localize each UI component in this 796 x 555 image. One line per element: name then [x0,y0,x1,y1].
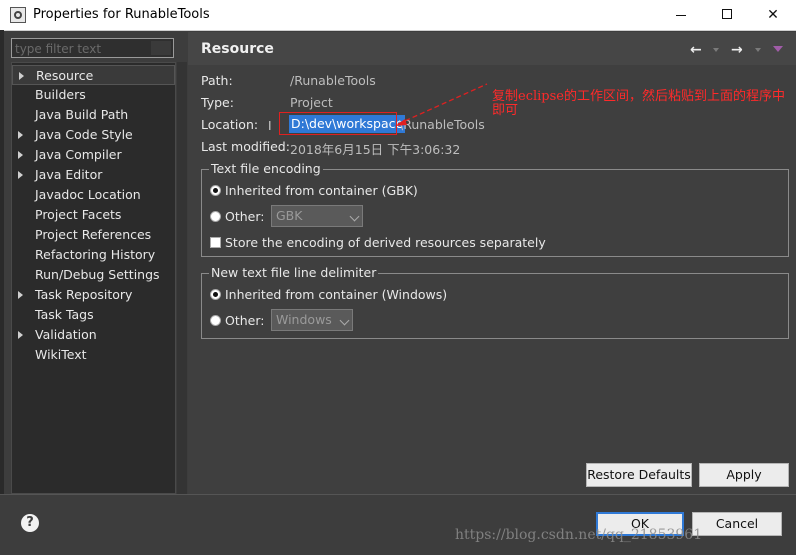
tree-item-validation[interactable]: Validation [12,325,175,345]
tree-item-java-build-path[interactable]: Java Build Path [12,105,175,125]
modified-value: 2018年6月15日 下午3:06:32 [290,142,461,157]
chevron-down-icon [339,315,350,326]
delimiter-select[interactable]: Windows [271,309,353,331]
tree-item-task-repository[interactable]: Task Repository [12,285,175,305]
tree-item-java-code-style[interactable]: Java Code Style [12,125,175,145]
expand-arrow-icon[interactable] [18,291,23,299]
highlight-box [279,112,397,135]
tree-item-builders[interactable]: Builders [12,85,175,105]
encoding-inherited-radio[interactable] [210,185,221,196]
watermark: https://blog.csdn.net/qq_21853961 [455,527,703,543]
preference-tree: Resource Builders Java Build Path Java C… [11,62,176,494]
delimiter-select-value: Windows [276,312,332,327]
tree-item-run-debug-settings[interactable]: Run/Debug Settings [12,265,175,285]
annotation-arrow [395,83,488,126]
title-bar: Properties for RunableTools ✕ [0,0,796,31]
encoding-other-label: Other: [225,209,265,224]
tree-item-task-tags[interactable]: Task Tags [12,305,175,325]
page-header [188,32,796,65]
tree-item-java-compiler[interactable]: Java Compiler [12,145,175,165]
tree-item-wikitext[interactable]: WikiText [12,345,175,365]
expand-arrow-icon[interactable] [18,151,23,159]
tree-item-javadoc-location[interactable]: Javadoc Location [12,185,175,205]
expand-arrow-icon[interactable] [18,331,23,339]
store-encoding-label: Store the encoding of derived resources … [225,235,546,250]
expand-arrow-icon[interactable] [18,131,23,139]
restore-defaults-button[interactable]: Restore Defaults [586,463,692,487]
delimiter-inherited-radio[interactable] [210,289,221,300]
app-icon [10,7,26,23]
delimiter-inherited-label: Inherited from container (Windows) [225,287,448,302]
encoding-select[interactable]: GBK [271,205,363,227]
close-button[interactable]: ✕ [750,0,796,30]
expand-arrow-icon[interactable] [19,72,24,80]
path-value: /RunableTools [290,73,376,88]
tree-item-refactoring-history[interactable]: Refactoring History [12,245,175,265]
tree-item-java-editor[interactable]: Java Editor [12,165,175,185]
cancel-button[interactable]: Cancel [692,512,782,536]
encoding-inherited-label: Inherited from container (GBK) [225,183,418,198]
page-title: Resource [201,41,274,57]
encoding-group-title: Text file encoding [209,161,323,176]
tree-item-resource[interactable]: Resource [12,65,175,85]
text-cursor-icon: I [268,119,272,133]
maximize-button[interactable] [704,0,750,30]
delimiter-other-radio[interactable] [210,315,221,326]
view-menu-icon[interactable] [773,46,783,52]
back-dropdown-icon[interactable] [713,48,719,52]
sash-divider[interactable] [177,62,187,494]
arrow-right-icon[interactable] [731,42,743,56]
expand-arrow-icon[interactable] [18,171,23,179]
location-label: Location: [201,117,259,132]
forward-dropdown-icon[interactable] [755,48,761,52]
modified-label: Last modified: [201,139,290,154]
minimize-button[interactable] [658,0,704,30]
help-icon[interactable]: ? [21,514,39,532]
encoding-other-radio[interactable] [210,211,221,222]
window-title: Properties for RunableTools [33,7,210,22]
encoding-select-value: GBK [276,208,303,223]
tree-item-project-references[interactable]: Project References [12,225,175,245]
delimiter-other-label: Other: [225,313,265,328]
tree-item-project-facets[interactable]: Project Facets [12,205,175,225]
filter-input[interactable]: type filter text [11,38,174,58]
annotation-note: 复制eclipse的工作区间，然后粘贴到上面的程序中即可 [492,89,785,118]
arrow-left-icon[interactable] [690,42,702,56]
chevron-down-icon [349,211,360,222]
type-label: Type: [201,95,234,110]
window-edge [0,30,4,554]
type-value: Project [290,95,333,110]
apply-button[interactable]: Apply [699,463,789,487]
delimiter-group-title: New text file line delimiter [209,265,379,280]
store-encoding-checkbox[interactable] [210,237,221,248]
path-label: Path: [201,73,233,88]
